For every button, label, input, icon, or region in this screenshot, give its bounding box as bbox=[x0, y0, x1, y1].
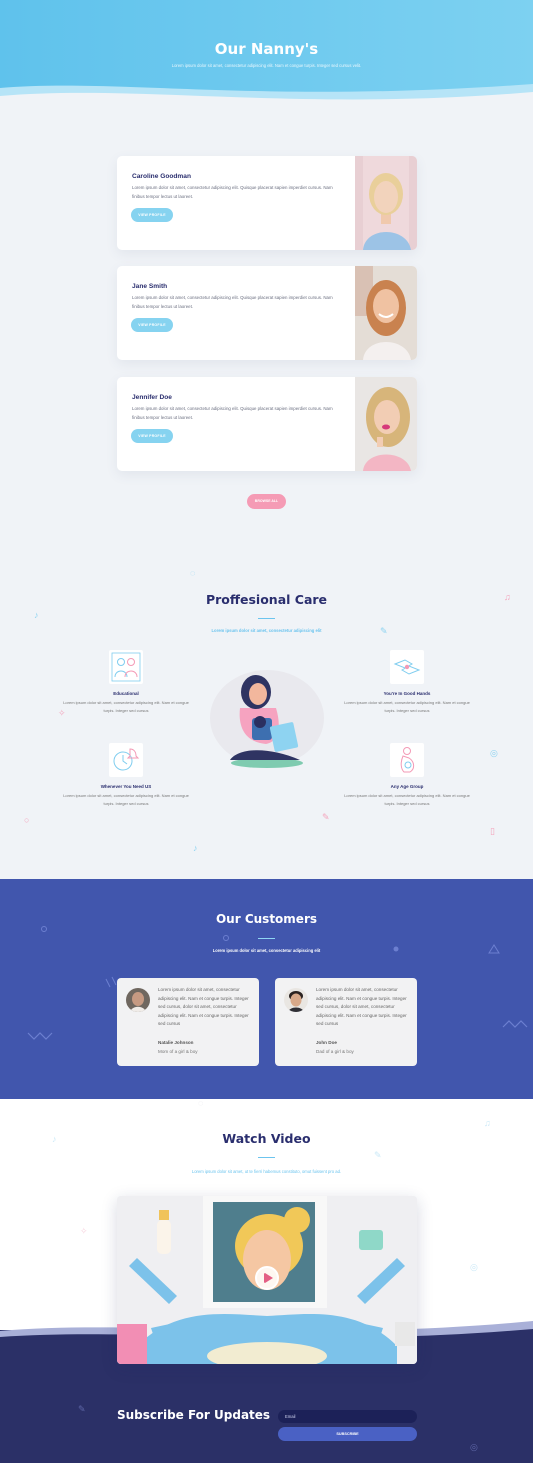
testimonial-card: Lorem ipsum dolor sit amet, consectetur … bbox=[275, 978, 417, 1066]
doodle-icon: ✧ bbox=[58, 708, 66, 718]
avatar bbox=[284, 988, 308, 1012]
video-divider bbox=[258, 1157, 275, 1159]
care-subtitle: Lorem ipsum dolor sit amet, consectetur … bbox=[211, 628, 322, 633]
doodle-icon: ▯ bbox=[490, 826, 495, 836]
customers-divider bbox=[258, 938, 275, 940]
play-icon bbox=[265, 1273, 273, 1283]
clock-bell-icon bbox=[109, 743, 143, 777]
video-subtitle: Lorem ipsum dolor sit amet, ut te fierri… bbox=[191, 1169, 342, 1174]
nanny-card: Caroline Goodman Lorem ipsum dolor sit a… bbox=[117, 156, 417, 250]
care-divider bbox=[258, 618, 275, 620]
testimonial-card: Lorem ipsum dolor sit amet, consectetur … bbox=[117, 978, 259, 1066]
doodle-icon: ♪ bbox=[193, 843, 198, 853]
video-title: Watch Video bbox=[222, 1131, 311, 1146]
care-title: Proffesional Care bbox=[205, 592, 328, 607]
doodle-icon: ✎ bbox=[78, 1404, 86, 1414]
view-profile-button[interactable]: VIEW PROFILE bbox=[131, 429, 173, 443]
feature-title: Whenever You Need US bbox=[100, 784, 152, 789]
hero-title: Our Nanny's bbox=[214, 40, 319, 58]
mother-reading-illustration bbox=[210, 670, 324, 768]
doodle-icon: ◎ bbox=[490, 748, 498, 758]
nanny-name: Caroline Goodman bbox=[132, 173, 191, 180]
people-icon bbox=[109, 650, 143, 684]
hands-icon bbox=[390, 650, 424, 684]
nanny-description: Lorem ipsum dolor sit amet, consectetur … bbox=[132, 185, 333, 199]
email-input[interactable]: Email bbox=[278, 1410, 417, 1423]
feature-description: Lorem ipsum dolor sit amet, consectetur … bbox=[344, 793, 470, 806]
doodle-icon: ◎ bbox=[470, 1262, 478, 1272]
customers-section: Our Customers Lorem ipsum dolor sit amet… bbox=[0, 879, 533, 1099]
testimonial-quote: Lorem ipsum dolor sit amet, consectetur … bbox=[158, 987, 249, 1026]
hero-subtitle: Lorem ipsum dolor sit amet, consectetur … bbox=[171, 63, 362, 68]
testimonial-name: John Doe bbox=[316, 1040, 337, 1045]
doodle-icon: ◌ bbox=[190, 568, 196, 578]
testimonial-role: Mom of a girl & boy bbox=[158, 1049, 198, 1054]
doodle-icon: ♫ bbox=[504, 592, 511, 602]
doodle-icon: ✎ bbox=[322, 812, 330, 822]
doodle-icon: ♫ bbox=[484, 1118, 491, 1128]
feature-title: Any Age Group bbox=[390, 784, 424, 789]
doodle-icon: ○ bbox=[24, 815, 30, 825]
nanny-description: Lorem ipsum dolor sit amet, consectetur … bbox=[132, 406, 333, 420]
nanny-card: Jane Smith Lorem ipsum dolor sit amet, c… bbox=[117, 266, 417, 360]
nanny-photo bbox=[355, 156, 417, 250]
feature-title: You're In Good Hands bbox=[383, 691, 431, 696]
feature-description: Lorem ipsum dolor sit amet, consectetur … bbox=[344, 700, 470, 713]
avatar bbox=[126, 988, 150, 1012]
hero-banner: Our Nanny's Lorem ipsum dolor sit amet, … bbox=[0, 0, 533, 112]
doodle-icon: ✧ bbox=[80, 1226, 88, 1236]
doodle-icon: ✎ bbox=[380, 626, 388, 636]
doodle-icon: ♪ bbox=[34, 610, 39, 620]
doodle-icon: ◌ bbox=[198, 1098, 204, 1108]
video-player[interactable] bbox=[117, 1196, 417, 1364]
browse-all-button[interactable]: BROWSE ALL bbox=[247, 494, 286, 509]
testimonial-role: Dad of a girl & boy bbox=[316, 1049, 354, 1054]
nanny-photo bbox=[355, 266, 417, 360]
nanny-name: Jane Smith bbox=[132, 283, 168, 290]
customers-title: Our Customers bbox=[215, 912, 317, 926]
nanny-card: Jennifer Doe Lorem ipsum dolor sit amet,… bbox=[117, 377, 417, 471]
nanny-photo bbox=[355, 377, 417, 471]
pregnant-icon bbox=[390, 743, 424, 777]
nanny-name: Jennifer Doe bbox=[132, 394, 172, 401]
subscribe-button[interactable]: SUBSCRIBE bbox=[278, 1427, 417, 1441]
feature-description: Lorem ipsum dolor sit amet, consectetur … bbox=[63, 700, 189, 713]
feature-description: Lorem ipsum dolor sit amet, consectetur … bbox=[63, 793, 189, 806]
feature-title: Educational bbox=[113, 691, 139, 696]
nanny-description: Lorem ipsum dolor sit amet, consectetur … bbox=[132, 295, 333, 309]
view-profile-button[interactable]: VIEW PROFILE bbox=[131, 208, 173, 222]
customers-subtitle: Lorem ipsum dolor sit amet, consectetur … bbox=[212, 948, 321, 953]
hero-wave bbox=[0, 84, 533, 112]
subscribe-title: Subscribe For Updates bbox=[117, 1408, 271, 1422]
view-profile-button[interactable]: VIEW PROFILE bbox=[131, 318, 173, 332]
doodle-icon: ◎ bbox=[470, 1442, 478, 1452]
play-button[interactable] bbox=[255, 1266, 279, 1290]
testimonial-name: Natalie Johnson bbox=[158, 1040, 194, 1045]
doodle-icon: ✎ bbox=[374, 1150, 382, 1160]
testimonial-quote: Lorem ipsum dolor sit amet, consectetur … bbox=[316, 987, 407, 1026]
